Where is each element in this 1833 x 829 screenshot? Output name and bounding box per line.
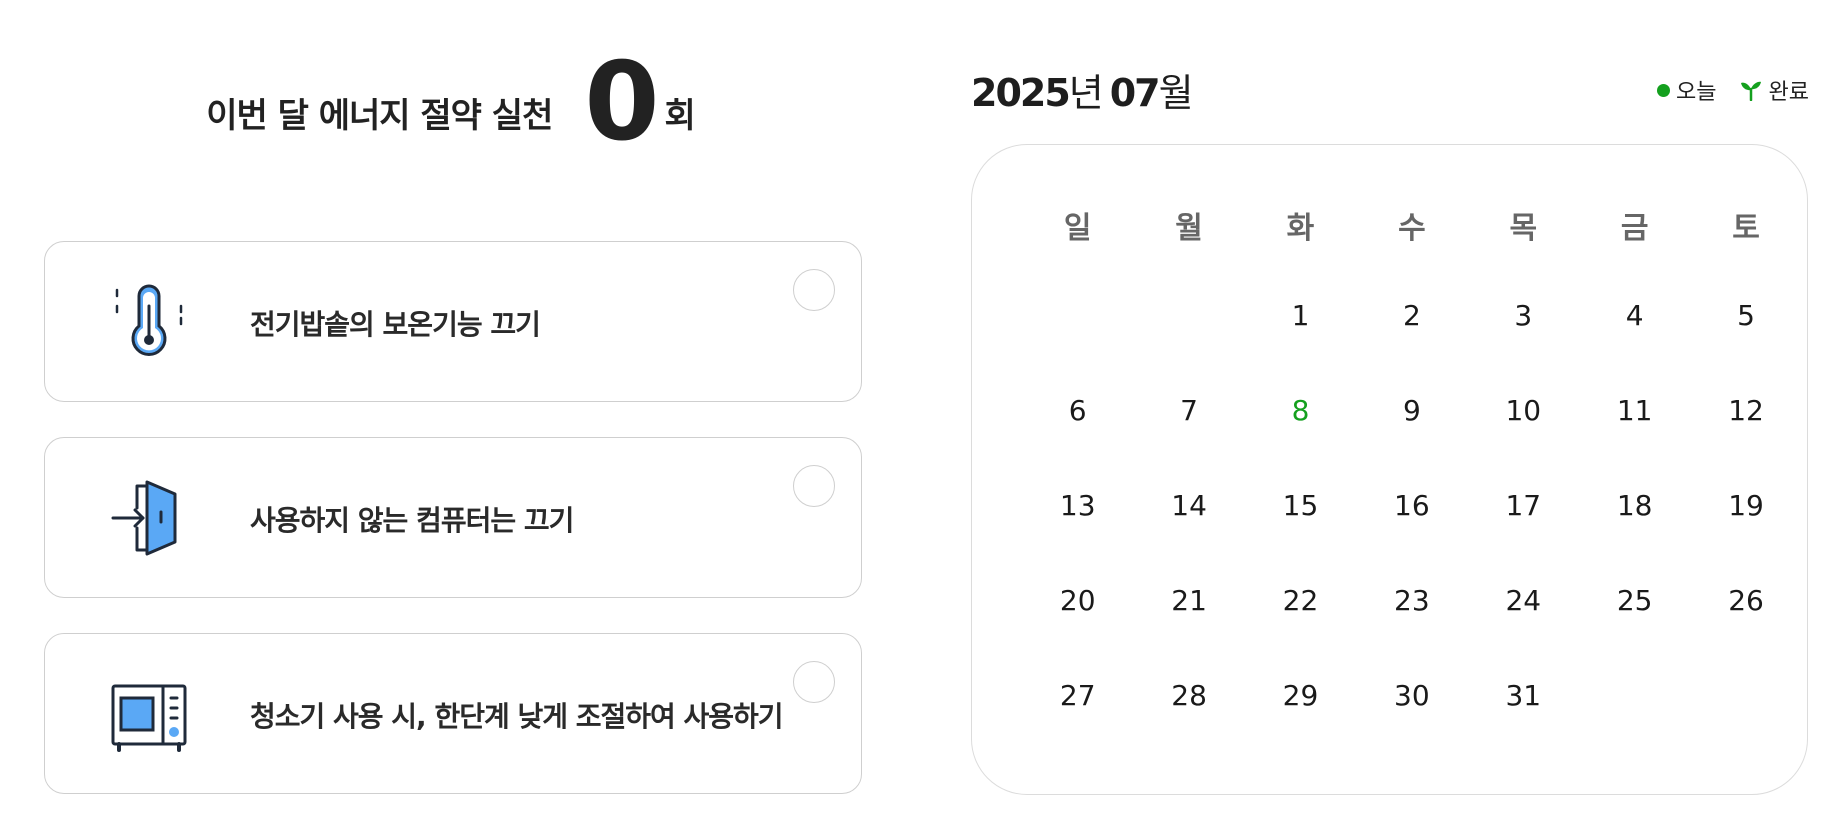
legend-done: 완료	[1739, 74, 1809, 106]
task-card-rice-cooker[interactable]: 전기밥솥의 보온기능 끄기	[44, 241, 862, 402]
calendar-day[interactable]: 27	[1022, 679, 1133, 774]
calendar-legend: 오늘 완료	[1657, 74, 1809, 106]
calendar-day[interactable]: 19	[1690, 489, 1801, 584]
dot-icon	[1657, 83, 1671, 97]
calendar-day[interactable]: 18	[1579, 489, 1690, 584]
calendar-empty-cell	[1022, 299, 1133, 394]
summary-label: 이번 달 에너지 절약 실천	[206, 95, 553, 136]
legend-today-label: 오늘	[1676, 80, 1717, 105]
calendar-day[interactable]: 6	[1022, 394, 1133, 489]
calendar-day[interactable]: 9	[1356, 394, 1467, 489]
calendar-day[interactable]: 31	[1468, 679, 1579, 774]
monthly-summary: 이번 달 에너지 절약 실천 0 회	[0, 48, 902, 158]
month-title: 2025 년 07 월	[971, 62, 1194, 118]
legend-done-label: 완료	[1768, 80, 1809, 105]
calendar: 일 월 화 수 목 금 토 1 2 3 4 5 6 7 8 9 10 11 12 13 14 15 16 17 1…	[971, 144, 1808, 795]
calendar-day[interactable]: 17	[1468, 489, 1579, 584]
calendar-day[interactable]: 25	[1579, 584, 1690, 679]
door-enter-icon	[107, 476, 191, 560]
calendar-day-today[interactable]: 8	[1245, 394, 1356, 489]
calendar-day[interactable]: 23	[1356, 584, 1467, 679]
calendar-day[interactable]: 29	[1245, 679, 1356, 774]
calendar-day[interactable]: 1	[1245, 299, 1356, 394]
appliance-icon	[107, 672, 191, 756]
calendar-day[interactable]: 2	[1356, 299, 1467, 394]
calendar-day[interactable]: 13	[1022, 489, 1133, 584]
task-label: 청소기 사용 시, 한단계 낮게 조절하여 사용하기	[250, 699, 784, 733]
calendar-day[interactable]: 20	[1022, 584, 1133, 679]
summary-unit: 회	[664, 95, 696, 136]
task-card-computer[interactable]: 사용하지 않는 컴퓨터는 끄기	[44, 437, 862, 598]
legend-today: 오늘	[1657, 74, 1717, 106]
year-unit: 년	[1068, 71, 1104, 115]
calendar-empty-cell	[1133, 299, 1244, 394]
weekday-wed: 수	[1398, 211, 1426, 246]
weekday-thu: 목	[1509, 211, 1538, 246]
calendar-day[interactable]: 14	[1133, 489, 1244, 584]
weekday-fri: 금	[1620, 211, 1649, 246]
task-card-vacuum[interactable]: 청소기 사용 시, 한단계 낮게 조절하여 사용하기	[44, 633, 862, 794]
year-value: 2025	[971, 71, 1071, 115]
sprout-icon	[1739, 79, 1763, 101]
summary-count: 0	[584, 40, 659, 165]
calendar-grid: 일 월 화 수 목 금 토 1 2 3 4 5 6 7 8 9 10 11 12 13 14 15 16 17 1…	[1022, 203, 1804, 774]
calendar-day[interactable]: 15	[1245, 489, 1356, 584]
month-value: 07	[1109, 71, 1161, 115]
calendar-day[interactable]: 11	[1579, 394, 1690, 489]
calendar-day[interactable]: 21	[1133, 584, 1244, 679]
calendar-day[interactable]: 3	[1468, 299, 1579, 394]
task-list: 전기밥솥의 보온기능 끄기 사용하지 않는 컴퓨터는 끄기 청소기 사용 시, …	[44, 241, 862, 829]
weekday-sat: 토	[1732, 211, 1760, 246]
calendar-day[interactable]: 16	[1356, 489, 1467, 584]
calendar-day[interactable]: 24	[1468, 584, 1579, 679]
task-checkbox[interactable]	[793, 465, 835, 507]
task-checkbox[interactable]	[793, 269, 835, 311]
calendar-day[interactable]: 26	[1690, 584, 1801, 679]
calendar-day[interactable]: 28	[1133, 679, 1244, 774]
calendar-empty-cell	[1579, 679, 1690, 774]
weekday-sun: 일	[1063, 211, 1092, 246]
calendar-day[interactable]: 5	[1690, 299, 1801, 394]
task-label: 전기밥솥의 보온기능 끄기	[250, 307, 541, 341]
calendar-day[interactable]: 4	[1579, 299, 1690, 394]
calendar-day[interactable]: 30	[1356, 679, 1467, 774]
weekday-mon: 월	[1175, 211, 1203, 246]
task-checkbox[interactable]	[793, 661, 835, 703]
thermometer-icon	[107, 280, 191, 364]
calendar-empty-cell	[1690, 679, 1801, 774]
month-unit: 월	[1158, 71, 1194, 115]
calendar-day[interactable]: 7	[1133, 394, 1244, 489]
calendar-day[interactable]: 12	[1690, 394, 1801, 489]
task-label: 사용하지 않는 컴퓨터는 끄기	[250, 503, 574, 537]
calendar-day[interactable]: 10	[1468, 394, 1579, 489]
weekday-tue: 화	[1286, 211, 1315, 246]
calendar-day[interactable]: 22	[1245, 584, 1356, 679]
